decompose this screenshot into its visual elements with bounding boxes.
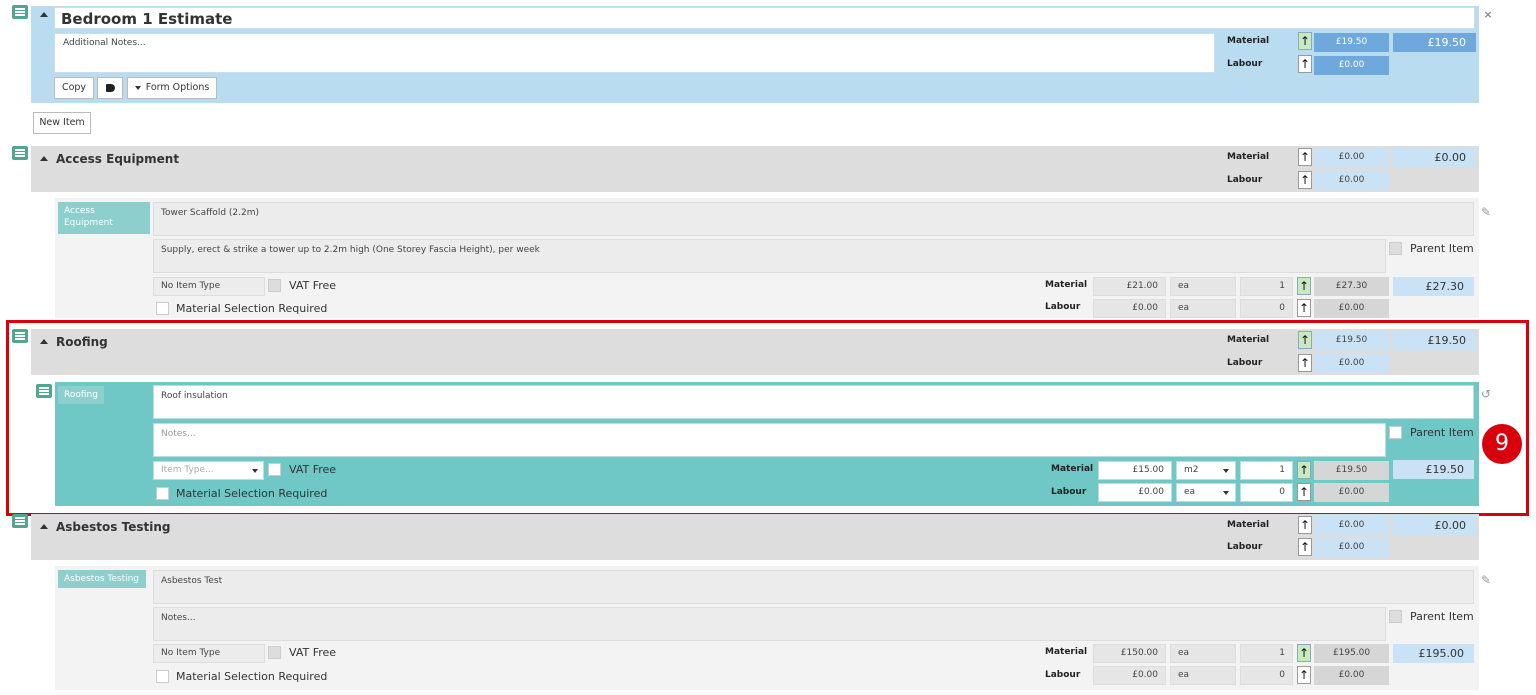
asbestos-item-notes[interactable]: Notes...: [153, 607, 1386, 641]
estimate-material-label: Material: [1227, 36, 1270, 46]
chevron-down-icon: [134, 85, 141, 90]
estimate-labour-label: Labour: [1227, 59, 1263, 69]
access-item-name[interactable]: Tower Scaffold (2.2m): [153, 202, 1474, 236]
estimate-labour-markup-icon[interactable]: ↑: [1298, 55, 1312, 73]
access-labour-value: £0.00: [1314, 171, 1389, 190]
estimate-total: £19.50: [1393, 33, 1476, 52]
asbestos-labour-label: Labour: [1227, 542, 1263, 552]
asbestos-item-tag: Asbestos Testing: [58, 570, 146, 588]
access-labour-rate[interactable]: £0.00: [1093, 299, 1166, 318]
access-item-labour-label: Labour: [1045, 302, 1081, 312]
access-item-material-value: £27.30: [1314, 277, 1389, 296]
tag-button[interactable]: [97, 77, 123, 99]
asbestos-material-label: Material: [1227, 520, 1270, 530]
asbestos-material-markup-icon[interactable]: ↑: [1298, 516, 1312, 534]
asbestos-parent-item-label: Parent Item: [1410, 610, 1474, 623]
access-parent-item-checkbox[interactable]: [1389, 242, 1402, 255]
access-material-unit[interactable]: ea: [1170, 277, 1236, 296]
access-labour-unit[interactable]: ea: [1170, 299, 1236, 318]
form-options-button[interactable]: Form Options: [127, 77, 217, 99]
step-badge: 9: [1482, 424, 1522, 464]
access-material-markup-icon[interactable]: ↑: [1298, 148, 1312, 166]
asbestos-material-unit[interactable]: ea: [1170, 644, 1236, 663]
access-material-rate[interactable]: £21.00: [1093, 277, 1166, 296]
asbestos-item-total: £195.00: [1393, 644, 1474, 663]
estimate-menu-icon[interactable]: [12, 5, 28, 19]
access-material-selection-label: Material Selection Required: [176, 302, 328, 315]
section-access-title: Access Equipment: [56, 152, 180, 166]
asbestos-material-qty[interactable]: 1: [1240, 644, 1293, 663]
estimate-title: Bedroom 1 Estimate: [61, 10, 233, 28]
pencil-icon[interactable]: ✎: [1481, 573, 1491, 587]
pencil-icon[interactable]: ✎: [1481, 205, 1491, 219]
asbestos-item-notes-text: Notes...: [161, 613, 196, 623]
access-item-labour-markup-icon[interactable]: ↑: [1297, 299, 1311, 317]
asbestos-item-labour-markup-icon[interactable]: ↑: [1297, 666, 1311, 684]
form-options-label: Form Options: [145, 82, 210, 93]
access-item-total: £27.30: [1393, 277, 1474, 296]
asbestos-material-selection-label: Material Selection Required: [176, 670, 328, 683]
access-item-material-markup-icon[interactable]: ↑: [1297, 277, 1311, 295]
tag-icon: [105, 84, 115, 92]
section-access-menu-icon[interactable]: [12, 146, 28, 160]
asbestos-item-material-value: £195.00: [1314, 644, 1389, 663]
access-material-value: £0.00: [1314, 148, 1389, 167]
collapse-access-icon[interactable]: [40, 156, 48, 161]
asbestos-material-value: £0.00: [1314, 516, 1389, 535]
access-total: £0.00: [1393, 148, 1476, 167]
asbestos-parent-item-checkbox[interactable]: [1389, 610, 1402, 623]
asbestos-vat-free-checkbox[interactable]: [268, 646, 281, 659]
asbestos-item-material-markup-icon[interactable]: ↑: [1297, 644, 1311, 662]
asbestos-vat-free-label: VAT Free: [289, 646, 337, 659]
asbestos-item-name[interactable]: Asbestos Test: [153, 570, 1474, 604]
asbestos-item-labour-value: £0.00: [1314, 666, 1389, 685]
access-item-name-text: Tower Scaffold (2.2m): [161, 208, 259, 218]
collapse-estimate-icon[interactable]: [40, 12, 48, 17]
asbestos-total: £0.00: [1393, 516, 1476, 535]
asbestos-item-type-text: No Item Type: [161, 648, 221, 658]
asbestos-material-selection-checkbox[interactable]: [156, 670, 169, 683]
estimate-material-value: £19.50: [1314, 33, 1389, 52]
access-vat-free-label: VAT Free: [289, 279, 337, 292]
access-labour-label: Labour: [1227, 175, 1263, 185]
copy-button[interactable]: Copy: [54, 77, 94, 99]
asbestos-labour-markup-icon[interactable]: ↑: [1298, 538, 1312, 556]
asbestos-labour-value: £0.00: [1314, 538, 1389, 557]
estimate-labour-value: £0.00: [1314, 56, 1389, 75]
asbestos-item-name-text: Asbestos Test: [161, 576, 223, 586]
asbestos-labour-rate[interactable]: £0.00: [1093, 666, 1166, 685]
estimate-notes-placeholder: Additional Notes...: [63, 38, 146, 48]
access-labour-qty[interactable]: 0: [1240, 299, 1293, 318]
section-asbestos-title: Asbestos Testing: [56, 520, 171, 534]
section-asbestos-menu-icon[interactable]: [12, 514, 28, 528]
access-item-type[interactable]: No Item Type: [153, 277, 265, 296]
estimate-title-field[interactable]: Bedroom 1 Estimate: [54, 7, 1475, 29]
access-item-material-label: Material: [1045, 280, 1088, 290]
access-item-description[interactable]: Supply, erect & strike a tower up to 2.2…: [153, 239, 1386, 273]
close-icon[interactable]: ×: [1482, 9, 1494, 21]
access-material-selection-checkbox[interactable]: [156, 302, 169, 315]
asbestos-material-rate[interactable]: £150.00: [1093, 644, 1166, 663]
access-material-label: Material: [1227, 152, 1270, 162]
asbestos-labour-qty[interactable]: 0: [1240, 666, 1293, 685]
new-item-button[interactable]: New Item: [33, 112, 91, 134]
access-item-description-text: Supply, erect & strike a tower up to 2.2…: [161, 245, 540, 255]
collapse-asbestos-icon[interactable]: [40, 524, 48, 529]
access-material-qty[interactable]: 1: [1240, 277, 1293, 296]
access-vat-free-checkbox[interactable]: [268, 279, 281, 292]
access-item-tag: Access Equipment: [58, 202, 150, 234]
highlight-frame: [6, 320, 1529, 516]
asbestos-item-labour-label: Labour: [1045, 670, 1081, 680]
estimate-material-markup-icon[interactable]: ↑: [1298, 32, 1312, 50]
asbestos-item-type[interactable]: No Item Type: [153, 644, 265, 663]
step-badge-number: 9: [1495, 431, 1509, 456]
asbestos-labour-unit[interactable]: ea: [1170, 666, 1236, 685]
access-item-type-text: No Item Type: [161, 281, 221, 291]
estimate-notes-field[interactable]: Additional Notes...: [54, 33, 1215, 73]
access-parent-item-label: Parent Item: [1410, 242, 1474, 255]
access-item-labour-value: £0.00: [1314, 299, 1389, 318]
access-labour-markup-icon[interactable]: ↑: [1298, 171, 1312, 189]
asbestos-item-material-label: Material: [1045, 647, 1088, 657]
